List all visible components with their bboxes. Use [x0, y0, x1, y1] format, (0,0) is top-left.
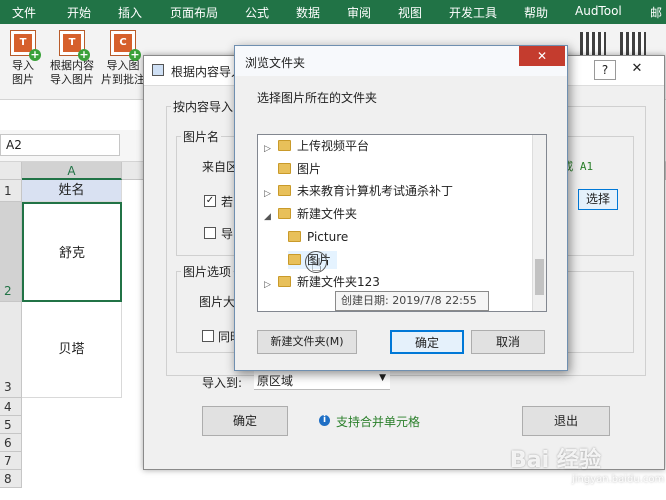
cell-a1[interactable]: 姓名 — [22, 180, 122, 202]
close-icon[interactable]: ✕ — [626, 60, 648, 80]
button-label: 片到批注 — [101, 73, 145, 86]
chevron-down-icon: ▼ — [379, 373, 386, 383]
row-header[interactable]: 5 — [0, 416, 22, 434]
column-header-a[interactable]: A — [22, 162, 122, 180]
comment-picture-icon: C + — [110, 30, 141, 61]
picture-icon: T + — [10, 30, 41, 61]
ribbon-tab-bar: 文件 开始 插入 页面布局 公式 数据 审阅 视图 开发工具 帮助 AudToo… — [0, 0, 666, 24]
checkbox-2[interactable] — [204, 227, 216, 239]
row-header[interactable]: 7 — [0, 452, 22, 470]
folder-tree[interactable]: ▷ 上传视频平台 图片 ▷ 未来教育计算机考试通杀补丁 ◢ 新建文件夹 Picture… — [257, 134, 547, 312]
button-label: 导入图 — [106, 59, 140, 72]
tree-scrollbar[interactable] — [532, 135, 546, 311]
picture-icon: T + — [59, 30, 90, 61]
dialog-title: 浏览文件夹 — [245, 56, 306, 70]
tab-review[interactable]: 审阅 — [347, 4, 371, 21]
tree-item[interactable]: ▷ 上传视频平台 — [262, 137, 369, 155]
tab-home[interactable]: 开始 — [67, 4, 91, 21]
ok-button[interactable]: 确定 — [202, 406, 288, 436]
app-icon — [152, 64, 164, 76]
tree-item-expanded[interactable]: ◢ 新建文件夹 — [262, 205, 357, 223]
source-label: 来自区 — [202, 160, 239, 174]
import-by-content-button[interactable]: T + 根据内容 导入图片 — [44, 30, 100, 87]
button-label: 根据内容 — [50, 59, 94, 72]
close-icon[interactable]: ✕ — [519, 46, 565, 66]
tab-data[interactable]: 数据 — [296, 4, 320, 21]
tab-insert[interactable]: 插入 — [118, 4, 142, 21]
merge-hint: 支持合并单元格 — [336, 415, 421, 429]
tab-developer[interactable]: 开发工具 — [449, 4, 497, 21]
cell-a3[interactable]: 贝塔 — [22, 302, 122, 398]
select-button[interactable]: 选择 — [578, 189, 618, 210]
tab-file[interactable]: 文件 — [12, 4, 36, 21]
button-label: 导入 — [12, 59, 34, 72]
browse-folder-dialog: 浏览文件夹 ✕ 选择图片所在的文件夹 ▷ 上传视频平台 图片 ▷ 未来教育计算机考试… — [234, 45, 568, 371]
tab-help[interactable]: 帮助 — [524, 4, 548, 21]
checkbox-1[interactable]: ✓ — [204, 195, 216, 207]
sync-checkbox[interactable] — [202, 330, 214, 342]
row-header[interactable]: 1 — [0, 180, 22, 202]
ok-button[interactable]: 确定 — [390, 330, 464, 354]
folder-icon — [278, 276, 291, 287]
import-to-select[interactable]: 原区域 ▼ — [254, 370, 390, 390]
row-header[interactable]: 4 — [0, 398, 22, 416]
cancel-button[interactable]: 取消 — [471, 330, 545, 354]
row-header[interactable]: 6 — [0, 434, 22, 452]
button-label: 图片 — [12, 73, 34, 86]
row-header[interactable]: 8 — [0, 470, 22, 488]
dialog-prompt: 选择图片所在的文件夹 — [257, 91, 378, 105]
tree-item[interactable]: Picture — [288, 228, 348, 246]
group-label: 图片名 — [181, 128, 222, 145]
row-header[interactable]: 2 — [0, 202, 22, 302]
import-to-comment-button[interactable]: C + 导入图 片到批注 — [100, 30, 146, 87]
import-to-label: 导入到: — [202, 376, 243, 390]
folder-icon — [288, 254, 301, 265]
tab-audtool[interactable]: AudTool — [575, 4, 622, 18]
row-header[interactable]: 3 — [0, 302, 22, 398]
name-box[interactable]: A2 — [0, 134, 120, 156]
tree-item[interactable]: 图片 — [262, 160, 321, 178]
select-all-corner[interactable] — [0, 162, 22, 180]
button-label: 导入图片 — [50, 73, 94, 86]
folder-icon — [278, 185, 291, 196]
hand-cursor-icon: ☝ — [311, 255, 322, 276]
folder-tooltip: 创建日期: 2019/7/8 22:55 — [335, 291, 489, 311]
folder-icon — [278, 140, 291, 151]
tree-item[interactable]: ▷ 未来教育计算机考试通杀补丁 — [262, 182, 453, 200]
exit-button[interactable]: 退出 — [522, 406, 610, 436]
watermark-logo: Bai 经验 — [510, 448, 601, 473]
tab-page-layout[interactable]: 页面布局 — [170, 4, 218, 21]
tab-mail[interactable]: 邮 — [650, 4, 662, 21]
scrollbar-thumb[interactable] — [535, 259, 544, 295]
help-button[interactable]: ? — [594, 60, 616, 80]
folder-icon — [278, 208, 291, 219]
new-folder-button[interactable]: 新建文件夹(M) — [257, 330, 357, 354]
tab-formulas[interactable]: 公式 — [245, 4, 269, 21]
folder-icon — [278, 163, 291, 174]
checkbox-2-label: 导 — [221, 227, 234, 241]
dialog-title-bar: 浏览文件夹 ✕ — [235, 46, 567, 76]
import-picture-button[interactable]: T + 导入 图片 — [4, 30, 42, 87]
group-label: 图片选项 — [181, 263, 234, 280]
checkbox-1-label: 若 — [221, 195, 234, 209]
folder-icon — [288, 231, 301, 242]
tab-view[interactable]: 视图 — [398, 4, 422, 21]
cell-a2[interactable]: 舒克 — [22, 202, 122, 302]
watermark-url: jingyan.baidu.com — [572, 474, 665, 485]
picture-size-label: 图片大 — [199, 295, 236, 309]
info-icon: i — [319, 415, 330, 426]
